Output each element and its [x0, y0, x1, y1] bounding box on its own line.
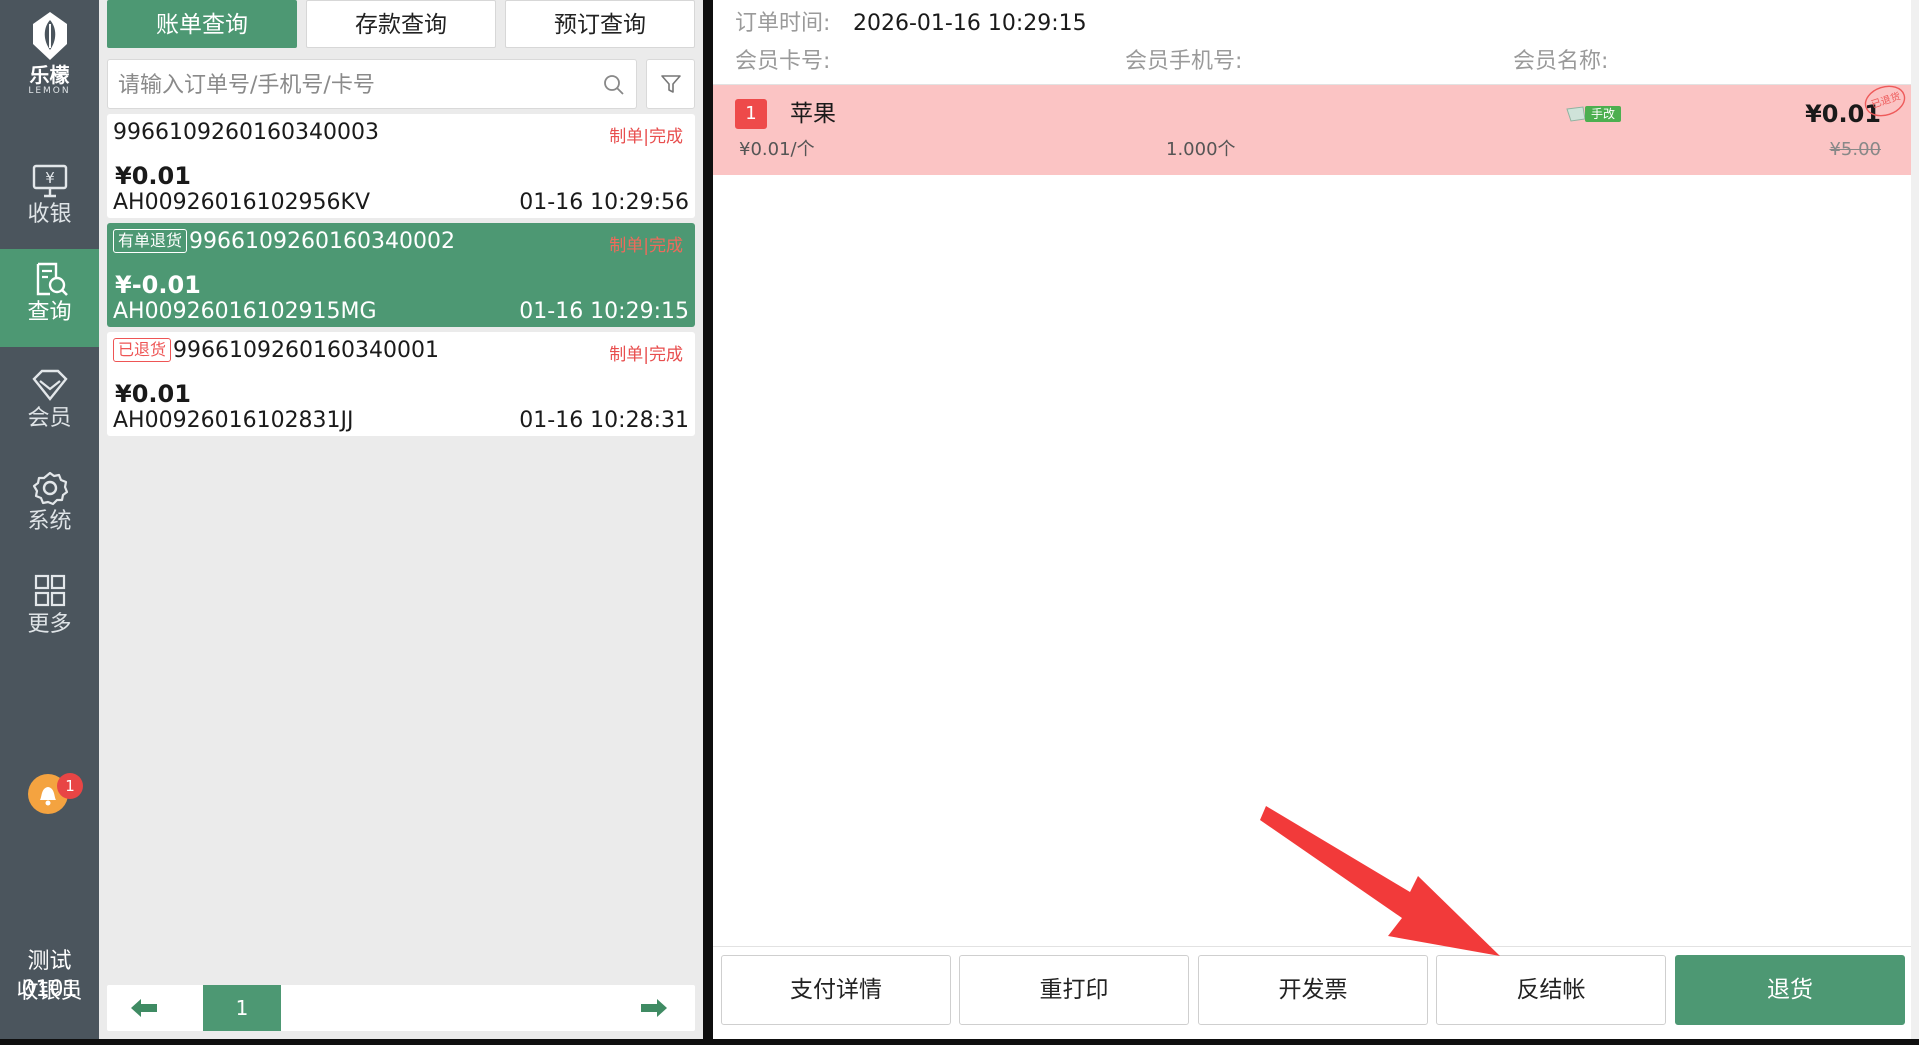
lemon-logo-icon	[32, 12, 67, 60]
sidebar-item-label: 查询	[27, 300, 72, 325]
order-detail-panel: 订单时间: 2026-01-16 10:29:15 会员卡号: 会员手机号: 会…	[713, 0, 1913, 1039]
query-search-icon	[36, 262, 68, 296]
sidebar-item-query[interactable]: 查询	[0, 249, 99, 347]
grid-icon	[34, 574, 65, 607]
returned-tag: 已退货	[113, 338, 172, 362]
prev-page-arrow-icon[interactable]	[129, 997, 159, 1019]
item-original-price: ¥5.00	[1829, 139, 1881, 160]
gear-icon	[32, 471, 68, 506]
order-time: 01-16 10:29:15	[519, 299, 689, 324]
member-phone-label: 会员手机号:	[1125, 49, 1243, 74]
order-status: 制单|完成	[609, 127, 683, 147]
sidebar-item-more[interactable]: 更多	[0, 561, 99, 659]
order-code: AH00926016102915MG	[113, 299, 377, 324]
sidebar-item-label: 收银	[27, 202, 72, 227]
svg-text:¥: ¥	[45, 169, 55, 187]
cashier-monitor-icon: ¥	[32, 164, 67, 198]
logo-text: 乐檬	[29, 63, 70, 87]
order-time-label: 订单时间:	[735, 11, 831, 36]
order-card[interactable]: 9966109260160340003 制单|完成 ¥0.01 AH009260…	[107, 114, 695, 218]
svg-text:已退货: 已退货	[1870, 89, 1903, 111]
tab-bill-query[interactable]: 账单查询	[107, 0, 297, 48]
sidebar-item-label: 会员	[27, 406, 72, 431]
order-number: 9966109260160340003	[113, 120, 379, 145]
reprint-button[interactable]: 重打印	[959, 955, 1189, 1025]
order-item-row[interactable]: 1 苹果 ¥0.01/个 1.000个 手改 ¥0.01 ¥5.00 已退货	[713, 85, 1913, 175]
order-card[interactable]: 已退货 9966109260160340001 制单|完成 ¥0.01 AH009…	[107, 332, 695, 436]
tab-deposit-query[interactable]: 存款查询	[306, 0, 496, 48]
notification-badge: 1	[57, 773, 83, 799]
search-icon[interactable]	[602, 73, 626, 97]
issue-invoice-button[interactable]: 开发票	[1198, 955, 1428, 1025]
member-diamond-icon	[31, 369, 68, 401]
order-card[interactable]: 有单退货 9966109260160340002 制单|完成 ¥-0.01 AH0…	[107, 223, 695, 327]
item-name: 苹果	[790, 101, 836, 127]
logo: 乐檬 LEMON	[0, 10, 99, 96]
sidebar: 乐檬 LEMON ¥ 收银 查询 会员 系统 更多 1 测试0101 收银员	[0, 0, 99, 1039]
order-number: 已退货 9966109260160340001	[113, 336, 439, 366]
order-status: 制单|完成	[609, 345, 683, 365]
order-time: 01-16 10:28:31	[519, 408, 689, 433]
item-quantity: 1.000个	[1166, 139, 1236, 160]
search-box	[107, 59, 637, 109]
user-role: 收银员	[16, 979, 83, 1004]
order-code: AH00926016102956KV	[113, 190, 371, 215]
sidebar-item-cashier[interactable]: ¥ 收银	[0, 151, 99, 249]
logo-subtext: LEMON	[28, 86, 71, 96]
pagination: 1	[107, 985, 695, 1031]
filter-button[interactable]	[646, 59, 695, 109]
item-index-badge: 1	[735, 99, 767, 129]
svg-text:手改: 手改	[1591, 107, 1615, 121]
member-card-label: 会员卡号:	[735, 49, 831, 74]
order-list-panel: 账单查询 存款查询 预订查询 9966109260160340003 制单|完成…	[99, 0, 703, 1039]
order-time: 01-16 10:29:56	[519, 190, 689, 215]
sidebar-item-member[interactable]: 会员	[0, 355, 99, 453]
order-status: 制单|完成	[609, 236, 683, 256]
sidebar-item-label: 更多	[27, 612, 72, 637]
member-name-label: 会员名称:	[1513, 49, 1609, 74]
order-amount: ¥-0.01	[115, 271, 201, 299]
item-unit-price: ¥0.01/个	[739, 139, 815, 160]
order-number: 有单退货 9966109260160340002	[113, 227, 455, 257]
refund-button[interactable]: 退货	[1675, 955, 1905, 1025]
filter-funnel-icon	[661, 75, 681, 93]
sidebar-item-label: 系统	[27, 509, 72, 534]
search-input[interactable]	[116, 68, 590, 102]
order-amount: ¥0.01	[115, 380, 191, 408]
payment-details-button[interactable]: 支付详情	[721, 955, 951, 1025]
divider	[713, 946, 1913, 947]
tab-reservation-query[interactable]: 预订查询	[505, 0, 695, 48]
order-amount: ¥0.01	[115, 162, 191, 190]
order-code: AH00926016102831JJ	[113, 408, 354, 433]
returned-stamp-icon: 已退货	[1864, 85, 1906, 117]
current-page[interactable]: 1	[203, 985, 281, 1031]
manual-edit-tag-icon: 手改	[1566, 106, 1621, 122]
return-tag: 有单退货	[113, 229, 188, 253]
window-edge	[1911, 0, 1919, 1039]
reverse-checkout-button[interactable]: 反结帐	[1436, 955, 1666, 1025]
next-page-arrow-icon[interactable]	[639, 997, 669, 1019]
sidebar-item-system[interactable]: 系统	[0, 458, 99, 556]
order-time-value: 2026-01-16 10:29:15	[853, 11, 1087, 36]
